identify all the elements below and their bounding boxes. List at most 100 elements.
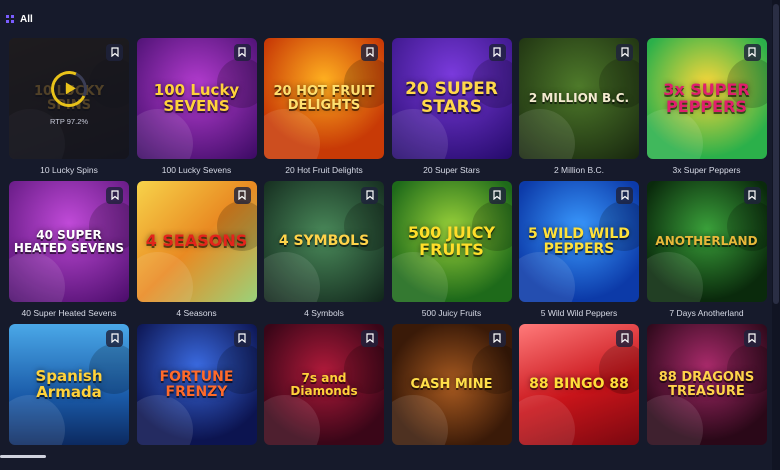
game-name[interactable]: 7 Days Anotherland xyxy=(647,308,767,318)
bookmark-button[interactable] xyxy=(106,187,123,204)
game-tile[interactable]: 7s and Diamonds xyxy=(264,324,384,467)
horizontal-scroll-indicator xyxy=(0,455,46,458)
game-name[interactable]: 100 Lucky Sevens xyxy=(137,165,257,175)
bookmark-icon xyxy=(493,187,501,205)
bookmark-icon xyxy=(110,330,119,348)
game-thumbnail[interactable]: ANOTHERLAND xyxy=(646,181,767,302)
game-thumbnail[interactable]: 3x SUPER PEPPERS xyxy=(646,38,767,159)
game-tile[interactable]: 10 LUCKY SPINSRTP 97.2% 10 Lucky Spins xyxy=(9,38,129,181)
game-tile[interactable]: 2 MILLION B.C. 2 Million B.C. xyxy=(519,38,639,181)
game-thumbnail[interactable]: 500 JUICY FRUITS xyxy=(391,181,512,302)
game-name[interactable]: 5 Wild Wild Peppers xyxy=(519,308,639,318)
game-thumbnail[interactable]: 20 HOT FRUIT DELIGHTS xyxy=(264,38,384,159)
game-tile[interactable]: Spanish Armada xyxy=(9,324,129,467)
bookmark-button[interactable] xyxy=(488,44,506,61)
game-tile[interactable]: 4 SEASONS 4 Seasons xyxy=(136,181,257,324)
bookmark-icon xyxy=(748,330,756,348)
bookmark-button[interactable] xyxy=(488,330,506,348)
game-name[interactable]: 4 Seasons xyxy=(137,308,257,318)
game-thumbnail[interactable]: 4 SEASONS xyxy=(136,181,257,302)
bookmark-button[interactable] xyxy=(743,330,761,348)
game-tile[interactable]: 20 SUPER STARS 20 Super Stars xyxy=(391,38,512,181)
game-thumbnail[interactable]: 100 Lucky SEVENS xyxy=(136,38,257,159)
game-artwork-title: 20 SUPER STARS xyxy=(405,78,498,117)
game-name[interactable]: 20 Hot Fruit Delights xyxy=(264,165,384,175)
bookmark-icon xyxy=(365,44,374,62)
game-tile[interactable]: 88 BINGO 88 xyxy=(519,324,639,467)
game-tile[interactable]: 88 DRAGONS TREASURE xyxy=(646,324,767,467)
bookmark-icon xyxy=(365,330,374,348)
game-name[interactable]: 40 Super Heated Sevens xyxy=(9,308,129,318)
artwork-glow xyxy=(264,252,320,302)
bookmark-button[interactable] xyxy=(106,44,123,61)
bookmark-button[interactable] xyxy=(488,187,506,205)
game-thumbnail[interactable]: 2 MILLION B.C. xyxy=(519,38,639,159)
bookmark-icon xyxy=(620,187,629,205)
bookmark-button[interactable] xyxy=(233,187,251,204)
bookmark-button[interactable] xyxy=(361,44,378,61)
artwork-glow xyxy=(136,252,193,302)
bookmark-button[interactable] xyxy=(233,330,251,347)
game-name[interactable]: 2 Million B.C. xyxy=(519,165,639,175)
game-thumbnail[interactable]: Spanish Armada xyxy=(9,324,129,445)
bookmark-button[interactable] xyxy=(106,330,123,347)
game-artwork-title: 40 SUPER HEATED SEVENS xyxy=(13,227,125,255)
game-artwork-title: 7s and Diamonds xyxy=(290,370,358,398)
game-artwork-title: 4 SEASONS xyxy=(145,231,248,251)
bookmark-icon xyxy=(238,44,246,62)
game-name[interactable]: 4 Symbols xyxy=(264,308,384,318)
bookmark-icon xyxy=(493,330,501,348)
game-tile[interactable]: CASH MINE xyxy=(391,324,512,467)
bookmark-button[interactable] xyxy=(743,44,761,61)
game-tile[interactable]: 3x SUPER PEPPERS 3x Super Peppers xyxy=(646,38,767,181)
game-thumbnail[interactable]: 5 WILD WILD PEPPERS xyxy=(519,181,639,302)
bookmark-button[interactable] xyxy=(616,44,633,61)
game-name[interactable]: 20 Super Stars xyxy=(392,165,512,175)
game-tile[interactable]: 100 Lucky SEVENS 100 Lucky Sevens xyxy=(136,38,257,181)
rtp-label: RTP 97.2% xyxy=(49,117,89,126)
category-title: All xyxy=(20,13,33,25)
game-thumbnail[interactable]: 88 BINGO 88 xyxy=(519,324,639,445)
game-tile[interactable]: 40 SUPER HEATED SEVENS 40 Super Heated Se… xyxy=(9,181,129,324)
bookmark-button[interactable] xyxy=(616,330,633,347)
bookmark-button[interactable] xyxy=(361,330,378,347)
game-thumbnail[interactable]: 20 SUPER STARS xyxy=(391,38,512,159)
scrollbar-thumb[interactable] xyxy=(773,4,779,304)
game-tile[interactable]: 500 JUICY FRUITS 500 Juicy Fruits xyxy=(391,181,512,324)
game-artwork-title: ANOTHERLAND xyxy=(655,234,758,249)
games-grid: 10 LUCKY SPINSRTP 97.2% 10 Lucky Spins 100… xyxy=(9,38,767,467)
bookmark-button[interactable] xyxy=(361,187,378,204)
game-artwork-title: 4 SYMBOLS xyxy=(278,233,370,250)
game-thumbnail[interactable]: CASH MINE xyxy=(391,324,512,445)
game-thumbnail[interactable]: FORTUNE FRENZY xyxy=(136,324,257,445)
artwork-glow xyxy=(519,395,575,445)
bookmark-button[interactable] xyxy=(616,187,633,204)
bookmark-button[interactable] xyxy=(233,44,251,62)
game-thumbnail[interactable]: 88 DRAGONS TREASURE xyxy=(646,324,767,445)
game-tile[interactable]: 4 SYMBOLS 4 Symbols xyxy=(264,181,384,324)
game-tile[interactable]: 5 WILD WILD PEPPERS 5 Wild Wild Peppers xyxy=(519,181,639,324)
game-artwork-title: 3x SUPER PEPPERS xyxy=(663,79,750,116)
artwork-glow xyxy=(9,252,65,302)
game-tile[interactable]: FORTUNE FRENZY xyxy=(136,324,257,467)
game-name[interactable]: 10 Lucky Spins xyxy=(9,165,129,175)
bookmark-button[interactable] xyxy=(743,187,761,204)
bookmark-icon xyxy=(620,330,629,348)
game-thumbnail[interactable]: 10 LUCKY SPINSRTP 97.2% xyxy=(9,38,129,159)
game-tile[interactable]: ANOTHERLAND 7 Days Anotherland xyxy=(646,181,767,324)
artwork-glow xyxy=(264,109,320,159)
play-button[interactable] xyxy=(45,65,93,113)
bookmark-icon xyxy=(365,187,374,205)
game-artwork-title: 100 Lucky SEVENS xyxy=(153,80,240,115)
game-artwork-title: CASH MINE xyxy=(410,376,493,392)
game-thumbnail[interactable]: 7s and Diamonds xyxy=(264,324,384,445)
grid-icon xyxy=(6,15,14,23)
game-thumbnail[interactable]: 40 SUPER HEATED SEVENS xyxy=(9,181,129,302)
bookmark-icon xyxy=(110,44,119,62)
vertical-scrollbar[interactable] xyxy=(772,0,780,470)
game-thumbnail[interactable]: 4 SYMBOLS xyxy=(264,181,384,302)
game-artwork-title: 88 DRAGONS TREASURE xyxy=(658,369,755,399)
game-name[interactable]: 500 Juicy Fruits xyxy=(392,308,512,318)
game-name[interactable]: 3x Super Peppers xyxy=(647,165,767,175)
game-tile[interactable]: 20 HOT FRUIT DELIGHTS 20 Hot Fruit Deligh… xyxy=(264,38,384,181)
